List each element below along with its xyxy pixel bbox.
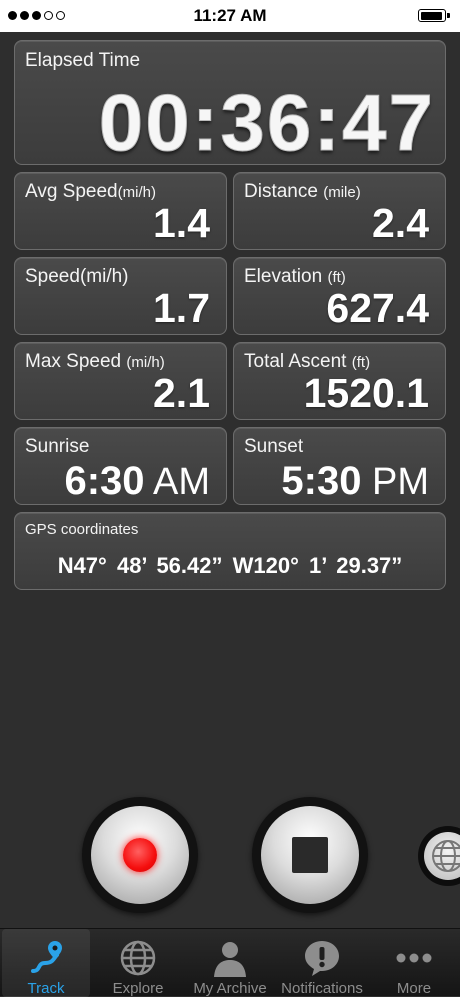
speed-value: 1.7 (153, 285, 210, 331)
tab-bar: Track Explore My Archive Notifications M… (0, 928, 460, 997)
total-ascent-unit: (ft) (351, 354, 371, 371)
sunset-label: Sunset (244, 436, 304, 457)
elapsed-time-panel: Elapsed Time 00:36:47 (14, 40, 446, 168)
globe-icon (120, 940, 156, 976)
sunset-value: 5:30 PM (281, 459, 429, 503)
status-time: 11:27 AM (193, 6, 267, 25)
max-speed-unit: (mi/h) (126, 354, 165, 371)
distance-panel: Distance (mile) 2.4 (233, 172, 446, 250)
max-speed-panel: Max Speed (mi/h) 2.1 (14, 342, 227, 420)
avg-speed-panel: Avg Speed(mi/h) 1.4 (14, 172, 227, 250)
speed-label: Speed(mi/h) (25, 266, 129, 287)
total-ascent-value: 1520.1 (303, 370, 429, 416)
elevation-unit: (ft) (327, 269, 346, 286)
track-route-icon (31, 941, 62, 973)
map-globe-button[interactable] (418, 826, 460, 886)
tab-my-archive[interactable]: My Archive (184, 929, 276, 997)
stop-icon (292, 837, 328, 873)
tab-more[interactable]: More (368, 929, 460, 997)
avg-speed-value: 1.4 (153, 200, 210, 246)
distance-label: Distance (mile) (244, 181, 361, 202)
sunrise-ampm: AM (153, 461, 210, 503)
stop-button[interactable] (252, 797, 368, 913)
speed-panel: Speed(mi/h) 1.7 (14, 257, 227, 335)
distance-unit: (mile) (323, 184, 361, 201)
distance-value: 2.4 (372, 200, 429, 246)
sunset-ampm: PM (372, 461, 429, 503)
tab-more-label: More (396, 980, 432, 997)
tab-notifications[interactable]: Notifications (276, 929, 368, 997)
elevation-panel: Elevation (ft) 627.4 (233, 257, 446, 335)
globe-icon (432, 840, 460, 872)
total-ascent-panel: Total Ascent (ft) 1520.1 (233, 342, 446, 420)
record-icon (123, 838, 157, 872)
sunset-panel: Sunset 5:30 PM (233, 427, 446, 505)
elapsed-time-label: Elapsed Time (25, 50, 141, 71)
sunrise-label: Sunrise (25, 436, 90, 457)
person-icon (214, 942, 246, 977)
gps-label: GPS coordinates (25, 521, 139, 538)
tab-explore[interactable]: Explore (92, 929, 184, 997)
avg-speed-unit: (mi/h) (117, 184, 156, 201)
max-speed-value: 2.1 (153, 370, 210, 416)
battery-icon (418, 9, 450, 22)
sunrise-value: 6:30 AM (64, 459, 210, 503)
max-speed-label: Max Speed (mi/h) (25, 351, 165, 372)
sunrise-panel: Sunrise 6:30 AM (14, 427, 227, 505)
ellipsis-icon (396, 953, 432, 963)
status-bar: 11:27 AM (0, 0, 460, 32)
exclamation-bubble-icon (305, 941, 339, 976)
record-button[interactable] (82, 797, 198, 913)
elevation-value: 627.4 (326, 285, 429, 331)
gps-panel: GPS coordinates N47° 48’ 56.42” W120° 1’… (14, 512, 446, 590)
avg-speed-label: Avg Speed(mi/h) (25, 181, 156, 202)
tab-track[interactable]: Track (0, 929, 92, 997)
elapsed-time-value: 00:36:47 (98, 78, 435, 168)
gps-coordinates-value: N47° 48’ 56.42” W120° 1’ 29.37” (57, 553, 403, 578)
